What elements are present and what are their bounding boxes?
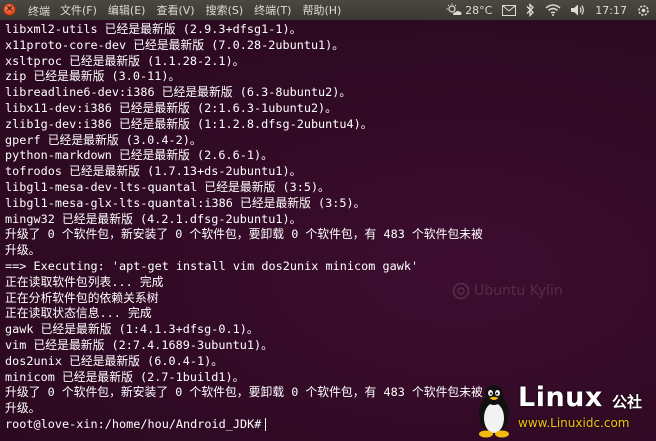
network-icon [545, 4, 561, 16]
terminal-line: xsltproc 已经是最新版 (1.1.28-2.1)。 [5, 53, 245, 68]
bluetooth-icon [526, 3, 535, 17]
terminal-line: 升级了 0 个软件包，新安装了 0 个软件包，要卸载 0 个软件包，有 483 … [5, 385, 483, 400]
terminal-line: 升级了 0 个软件包，新安装了 0 个软件包，要卸载 0 个软件包，有 483 … [5, 227, 483, 242]
window-close-button[interactable]: × [3, 3, 16, 16]
logo-url: www.Linuxidc.com [518, 416, 630, 430]
top-panel: × 终端 文件(F) 编辑(E) 查看(V) 搜索(S) 终端(T) 帮助(H)… [0, 0, 656, 21]
terminal-line: vim 已经是最新版 (2:7.4.1689-3ubuntu1)。 [5, 337, 273, 352]
bluetooth-indicator[interactable] [526, 3, 535, 17]
terminal-line: libgl1-mesa-glx-lts-quantal:i386 已经是最新版 … [5, 195, 366, 210]
terminal-output: libxml2-utils 已经是最新版 (2.9.3+dfsg1-1)。 x1… [5, 22, 483, 433]
terminal-line: tofrodos 已经是最新版 (1.7.13+ds-2ubuntu1)。 [5, 164, 302, 179]
session-indicator[interactable] [637, 4, 650, 17]
volume-icon [571, 4, 585, 16]
menu-help[interactable]: 帮助(H) [302, 2, 341, 18]
terminal-line: gperf 已经是最新版 (3.0.4-2)。 [5, 132, 202, 147]
terminal-line: python-markdown 已经是最新版 (2.6.6-1)。 [5, 148, 273, 163]
weather-temp: 28°C [465, 3, 493, 17]
linuxidc-logo: Linux 公社 www.Linuxidc.com [474, 382, 654, 438]
terminal-line: libgl1-mesa-dev-lts-quantal 已经是最新版 (3:5)… [5, 179, 330, 194]
menu-search[interactable]: 搜索(S) [206, 2, 244, 18]
mail-indicator[interactable] [502, 4, 517, 16]
terminal-line: 正在分析软件包的依赖关系树 [5, 290, 159, 305]
terminal-line: zlib1g-dev:i386 已经是最新版 (1:1.2.8.dfsg-2ub… [5, 116, 373, 131]
terminal-line: 升级。 [5, 401, 41, 416]
terminal-area[interactable]: Ubuntu Kylin libxml2-utils 已经是最新版 (2.9.3… [0, 20, 656, 441]
menu-edit[interactable]: 编辑(E) [108, 2, 146, 18]
menu-view[interactable]: 查看(V) [156, 2, 194, 18]
weather-icon [446, 3, 462, 15]
terminal-line: x11proto-core-dev 已经是最新版 (7.0.28-2ubuntu… [5, 37, 345, 52]
screen: × 终端 文件(F) 编辑(E) 查看(V) 搜索(S) 终端(T) 帮助(H)… [0, 0, 656, 441]
app-title: 终端 [28, 5, 50, 18]
mail-icon [502, 4, 517, 16]
menu-file[interactable]: 文件(F) [60, 2, 97, 18]
watermark-text: Ubuntu Kylin [474, 283, 563, 299]
terminal-line: zip 已经是最新版 (3.0-11)。 [5, 69, 181, 84]
weather-indicator[interactable]: 28°C [446, 3, 492, 17]
menu-bar: 文件(F) 编辑(E) 查看(V) 搜索(S) 终端(T) 帮助(H) [60, 0, 352, 20]
terminal-line: libxml2-utils 已经是最新版 (2.9.3+dfsg1-1)。 [5, 22, 302, 36]
terminal-line: gawk 已经是最新版 (1:4.1.3+dfsg-0.1)。 [5, 322, 259, 337]
terminal-line: ==> Executing: 'apt-get install vim dos2… [5, 258, 419, 273]
tux-penguin-icon [479, 385, 509, 438]
terminal-line: libreadline6-dev:i386 已经是最新版 (6.3-8ubunt… [5, 85, 352, 100]
terminal-line: dos2unix 已经是最新版 (6.0.4-1)。 [5, 353, 224, 368]
terminal-line: minicom 已经是最新版 (2.7-1build1)。 [5, 369, 245, 384]
clock[interactable]: 17:17 [595, 4, 627, 17]
prompt-line[interactable]: root@love-xin:/home/hou/Android_JDK# [5, 417, 483, 433]
terminal-line: 正在读取软件包列表... 完成 [5, 274, 164, 289]
logo-word: Linux [518, 382, 603, 413]
logo-suffix: 公社 [612, 393, 643, 411]
menu-terminal[interactable]: 终端(T) [254, 2, 291, 18]
text-cursor [265, 417, 267, 431]
system-tray: 28°C 17:17 [436, 0, 650, 20]
shell-prompt: root@love-xin:/home/hou/Android_JDK# [5, 416, 262, 431]
terminal-line: 升级。 [5, 243, 41, 258]
terminal-line: 正在读取状态信息... 完成 [5, 306, 152, 321]
volume-indicator[interactable] [571, 4, 585, 16]
network-indicator[interactable] [545, 4, 561, 16]
terminal-line: mingw32 已经是最新版 (4.2.1.dfsg-2ubuntu1)。 [5, 211, 302, 226]
power-gear-icon [638, 4, 649, 16]
terminal-line: libx11-dev:i386 已经是最新版 (2:1.6.3-1ubuntu2… [5, 100, 337, 115]
